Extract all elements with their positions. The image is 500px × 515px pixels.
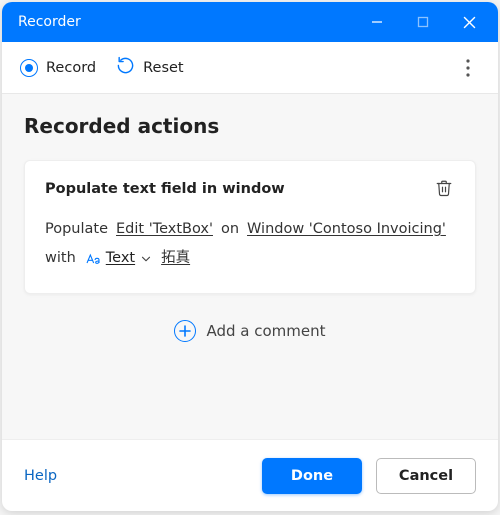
- recorder-window: Recorder Record Reset: [2, 2, 498, 511]
- type-selector[interactable]: Text: [84, 244, 153, 273]
- reset-button[interactable]: Reset: [116, 56, 184, 79]
- help-link[interactable]: Help: [24, 468, 57, 484]
- action-card: Populate text field in window Populate E…: [24, 160, 476, 294]
- record-label: Record: [46, 60, 96, 76]
- text-fragment: Populate: [45, 215, 108, 244]
- footer: Help Done Cancel: [2, 439, 498, 511]
- minimize-button[interactable]: [354, 2, 400, 42]
- maximize-button[interactable]: [400, 2, 446, 42]
- record-icon: [20, 59, 38, 77]
- reset-icon: [116, 56, 135, 79]
- value-link[interactable]: 拓真: [161, 244, 190, 273]
- delete-action-button[interactable]: [435, 179, 455, 199]
- window-title: Recorder: [18, 14, 354, 30]
- close-button[interactable]: [446, 2, 492, 42]
- chevron-down-icon: [139, 252, 153, 266]
- text-fragment: with: [45, 244, 76, 273]
- section-title: Recorded actions: [24, 114, 476, 138]
- action-description: Populate Edit 'TextBox' on Window 'Conto…: [45, 215, 455, 273]
- type-label: Text: [106, 244, 135, 273]
- content-area: Recorded actions Populate text field in …: [2, 94, 498, 439]
- add-comment-label: Add a comment: [206, 322, 325, 340]
- text-fragment: on: [221, 215, 239, 244]
- window-link[interactable]: Window 'Contoso Invoicing': [247, 215, 446, 244]
- trash-icon: [435, 179, 453, 197]
- add-comment-button[interactable]: Add a comment: [24, 320, 476, 342]
- reset-label: Reset: [143, 60, 184, 76]
- toolbar: Record Reset: [2, 42, 498, 94]
- text-type-icon: [84, 251, 102, 267]
- titlebar: Recorder: [2, 2, 498, 42]
- plus-icon: [174, 320, 196, 342]
- action-title: Populate text field in window: [45, 181, 285, 197]
- action-card-header: Populate text field in window: [45, 179, 455, 199]
- cancel-button[interactable]: Cancel: [376, 458, 476, 494]
- done-button[interactable]: Done: [262, 458, 362, 494]
- more-options-button[interactable]: [452, 52, 484, 84]
- element-link[interactable]: Edit 'TextBox': [116, 215, 213, 244]
- record-button[interactable]: Record: [20, 59, 96, 77]
